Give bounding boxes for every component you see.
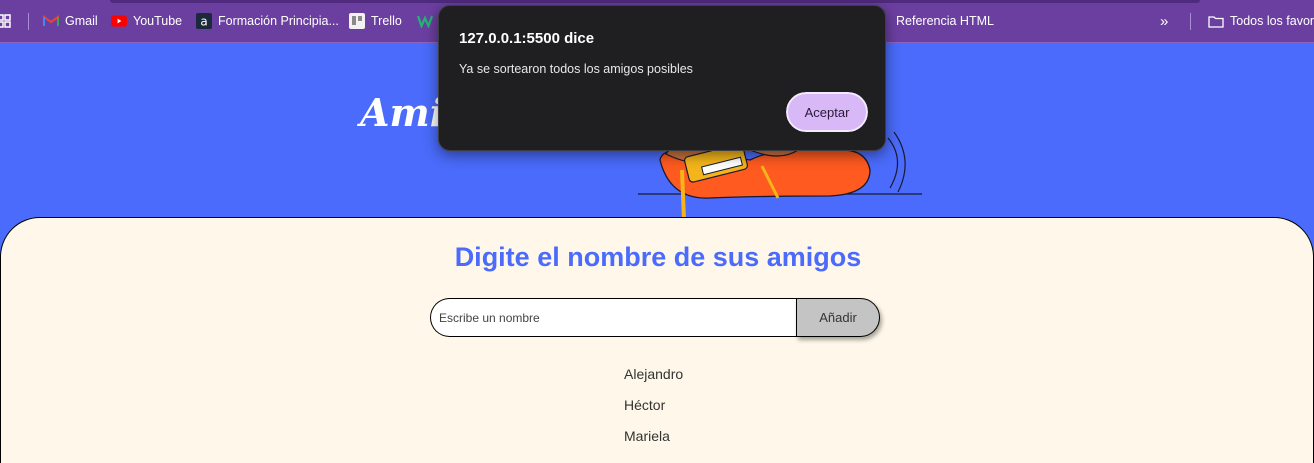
gmail-icon — [43, 13, 59, 29]
add-friend-form: Añadir — [430, 298, 880, 337]
folder-icon — [1208, 13, 1224, 29]
bookmark-gmail[interactable]: Gmail — [43, 11, 98, 31]
a-icon: a — [196, 13, 212, 29]
bookmark-label: Formación Principia... — [218, 14, 339, 28]
accept-button[interactable]: Aceptar — [785, 91, 869, 133]
name-input[interactable] — [430, 298, 796, 337]
trello-icon — [349, 13, 365, 29]
friends-list: Alejandro Héctor Mariela — [624, 366, 683, 459]
bookmark-label: YouTube — [133, 14, 183, 28]
all-bookmarks-folder[interactable]: Todos los favori — [1208, 11, 1314, 31]
list-item: Alejandro — [624, 366, 684, 382]
apps-grid-icon[interactable] — [0, 11, 12, 31]
youtube-icon — [111, 13, 127, 29]
svg-text:a: a — [200, 15, 207, 29]
main-card: Digite el nombre de sus amigos Añadir Al… — [0, 217, 1314, 463]
bookmark-label: Todos los favori — [1230, 14, 1314, 28]
bookmark-label: Trello — [371, 14, 402, 28]
list-item: Mariela — [624, 428, 670, 444]
page-heading: Digite el nombre de sus amigos — [454, 242, 862, 272]
bookmark-label: Gmail — [65, 14, 98, 28]
bookmark-w-partial[interactable] — [417, 11, 433, 31]
bookmark-youtube[interactable]: YouTube — [111, 11, 182, 31]
bookmarks-separator — [28, 13, 29, 30]
dialog-message: Ya se sortearon todos los amigos posible… — [459, 62, 693, 76]
bookmark-label: Referencia HTML — [896, 14, 994, 28]
bookmarks-separator — [1190, 13, 1191, 30]
bookmark-trello[interactable]: Trello — [349, 11, 402, 31]
add-button[interactable]: Añadir — [796, 298, 880, 337]
w-icon — [417, 13, 433, 29]
tab-strip-edge — [110, 0, 1200, 3]
bookmark-referencia-html[interactable]: Referencia HTML — [896, 11, 994, 31]
more-bookmarks-icon[interactable]: » — [1160, 11, 1168, 31]
list-item: Héctor — [624, 397, 666, 413]
bookmark-formacion[interactable]: a Formación Principia... — [196, 11, 339, 31]
dialog-title: 127.0.0.1:5500 dice — [459, 30, 595, 47]
alert-dialog: 127.0.0.1:5500 dice Ya se sortearon todo… — [438, 5, 886, 151]
